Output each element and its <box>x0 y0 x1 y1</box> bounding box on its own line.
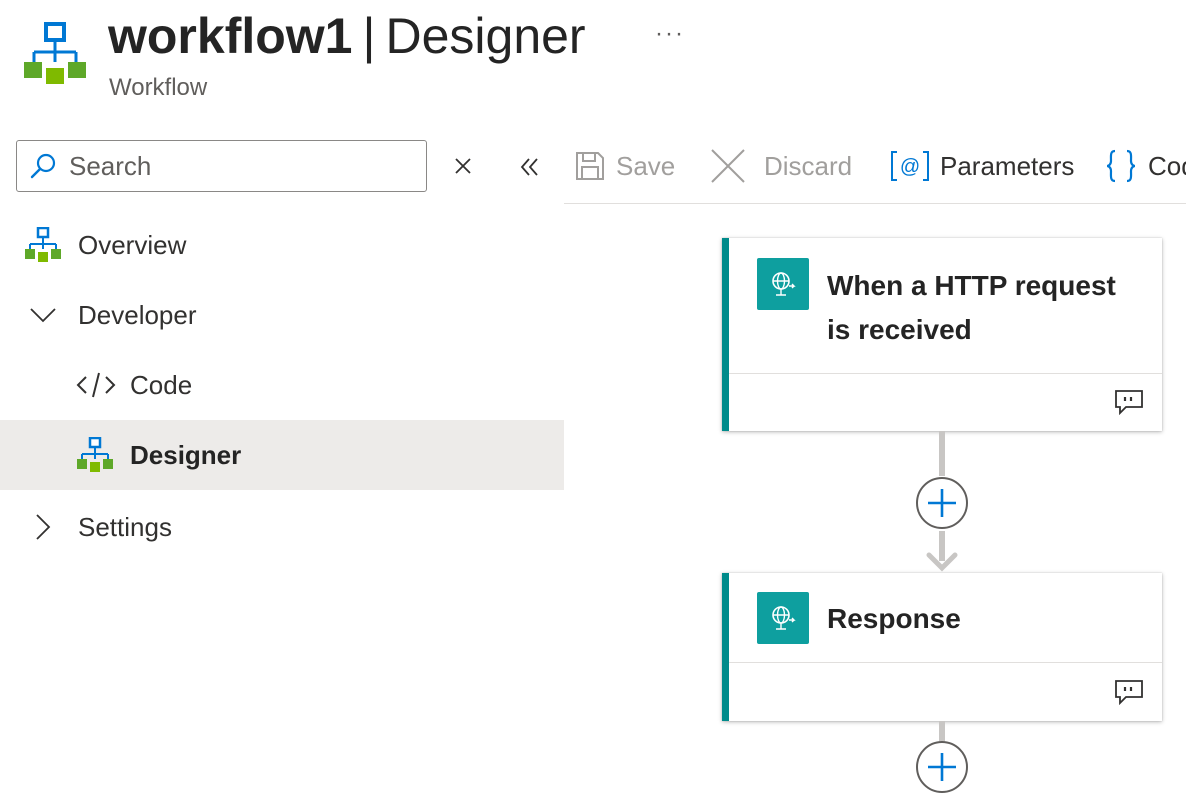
collapse-menu-icon[interactable] <box>516 154 542 180</box>
code-view-button[interactable]: Code <box>1104 130 1186 202</box>
nav-item-developer[interactable]: Developer <box>0 280 564 350</box>
workflow-icon <box>24 227 62 263</box>
clear-search-icon[interactable] <box>452 155 474 177</box>
comment-icon[interactable] <box>1114 389 1144 415</box>
discard-button[interactable]: Discard <box>710 130 852 202</box>
action-card-response[interactable]: Response <box>722 573 1162 721</box>
parameters-icon: @ <box>891 151 929 181</box>
save-button[interactable]: Save <box>574 130 675 202</box>
nav-item-label: Overview <box>78 229 187 260</box>
trigger-title: When a HTTP request is received <box>827 264 1116 352</box>
chevron-right-icon <box>28 512 58 542</box>
trigger-title-line2: is received <box>827 314 972 345</box>
command-bar: Save Discard @ Parameters Code <box>564 130 1186 204</box>
chevron-down-icon <box>28 300 58 330</box>
parameters-label: Parameters <box>940 150 1075 181</box>
nav-item-overview[interactable]: Overview <box>0 210 564 280</box>
comment-icon[interactable] <box>1114 679 1144 705</box>
more-actions-button[interactable]: ··· <box>655 20 685 48</box>
parameters-button[interactable]: @ Parameters <box>890 130 1074 202</box>
arrow-down-icon <box>926 552 958 572</box>
nav-item-settings[interactable]: Settings <box>0 492 564 562</box>
page-title: workflow1 | Designer <box>108 6 586 66</box>
search-icon <box>30 153 56 179</box>
nav-item-code[interactable]: Code <box>0 350 564 420</box>
trigger-card-http-request[interactable]: When a HTTP request is received <box>722 238 1162 431</box>
resource-type: Workflow <box>109 74 208 101</box>
code-view-label: Code <box>1148 150 1186 181</box>
plus-icon <box>928 489 956 517</box>
insert-step-button[interactable] <box>916 741 968 793</box>
workflow-icon <box>76 437 114 473</box>
globe-request-icon <box>757 258 809 310</box>
save-icon <box>576 152 604 180</box>
search-box[interactable] <box>16 140 427 192</box>
insert-step-button[interactable] <box>916 477 968 529</box>
braces-icon <box>1106 149 1136 183</box>
nav-item-label: Developer <box>78 299 197 330</box>
nav-item-label: Settings <box>78 511 172 542</box>
save-label: Save <box>616 150 676 181</box>
resource-name: workflow1 <box>108 8 353 64</box>
title-separator: | <box>362 8 376 64</box>
globe-request-icon <box>757 592 809 644</box>
code-icon <box>76 370 116 400</box>
action-title: Response <box>827 603 961 634</box>
svg-text:@: @ <box>900 156 920 178</box>
trigger-title-line1: When a HTTP request <box>827 270 1116 301</box>
page-name: Designer <box>385 8 586 64</box>
nav-item-label: Code <box>130 369 193 400</box>
nav-item-label: Designer <box>130 439 242 470</box>
plus-icon <box>928 753 956 781</box>
workflow-logo-icon <box>22 22 88 86</box>
close-icon <box>711 149 745 183</box>
search-input[interactable] <box>69 150 389 182</box>
connector-line <box>939 721 945 741</box>
connector-line <box>939 431 945 476</box>
discard-label: Discard <box>764 150 853 181</box>
nav-item-designer[interactable]: Designer <box>0 420 564 490</box>
